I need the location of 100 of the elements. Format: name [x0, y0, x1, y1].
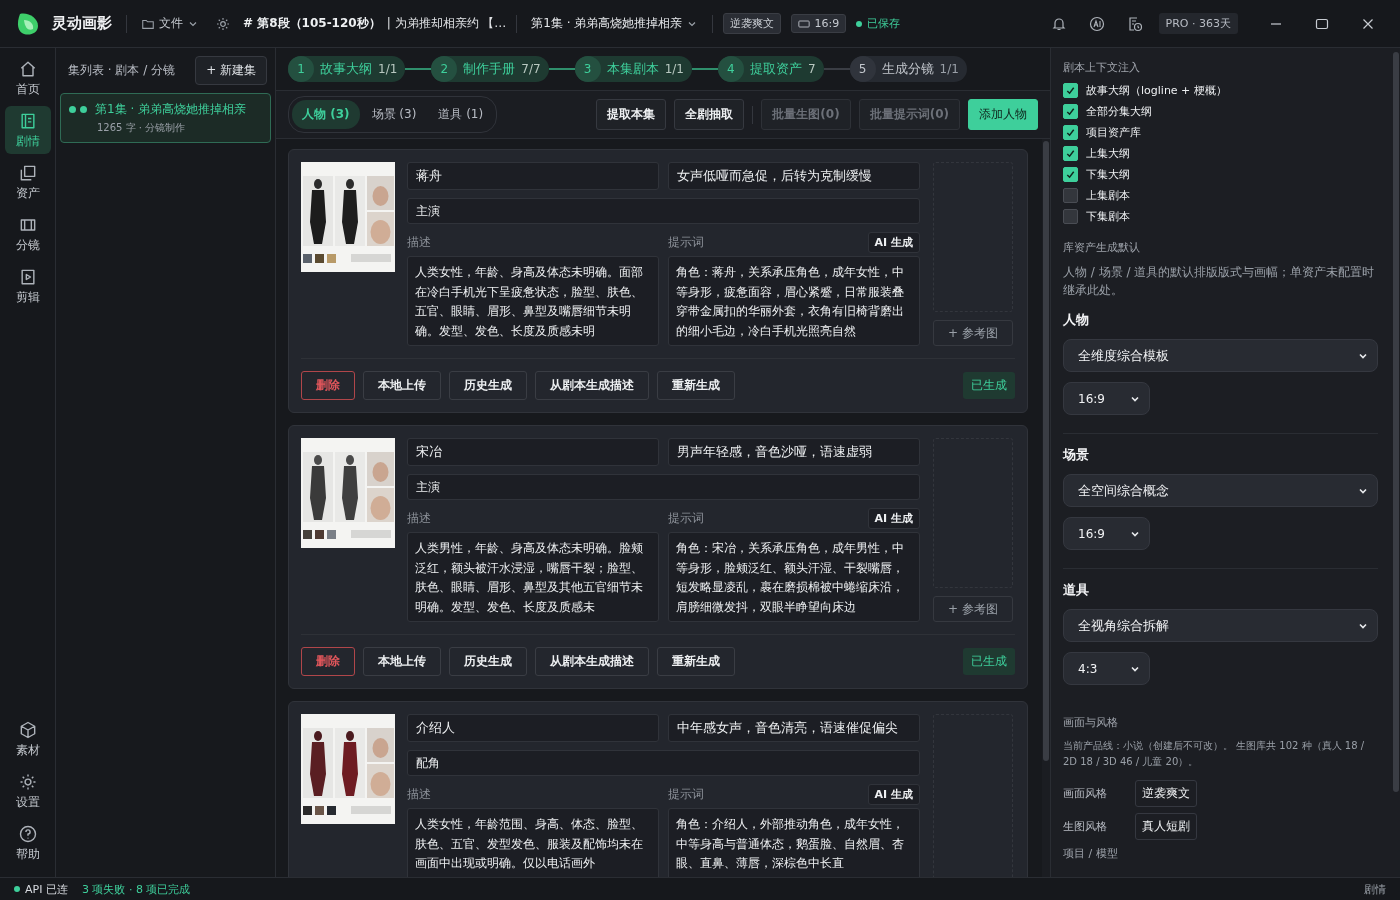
- check-icon: [1065, 106, 1076, 117]
- nav-item[interactable]: 帮助: [4, 819, 51, 867]
- checkbox[interactable]: [1063, 146, 1078, 161]
- pipeline-step[interactable]: 5 生成分镜 1/1: [849, 56, 967, 82]
- field-label: 描述: [407, 233, 431, 251]
- voice-field[interactable]: 男声年轻感，音色沙哑，语速虚弱: [668, 438, 920, 466]
- card-button[interactable]: 本地上传: [363, 371, 441, 400]
- section-note: 当前产品线：小说（创建后不可改）。 生图库共 102 种（真人 18 / 2D 18 / 3D 46 / 儿童 20）。: [1063, 739, 1366, 769]
- card-button[interactable]: 重新生成: [657, 647, 735, 676]
- description-field[interactable]: 人类女性，年龄、身高及体态未明确。面部在冷白手机光下呈疲惫状态，脸型、肤色、五官、眼睛、眉形、鼻型及嘴唇细节未明确。发型、发色、长度及质感未明: [407, 256, 659, 346]
- nav-item[interactable]: 剧情: [4, 106, 51, 154]
- card-button[interactable]: 历史生成: [449, 647, 527, 676]
- description-field[interactable]: 人类女性，年龄范围、身高、体态、脸型、肤色、五官、发型发色、服装及配饰均未在画面中出现或明确。仅以电话画外: [407, 808, 659, 877]
- card-button[interactable]: 从剧本生成描述: [535, 371, 649, 400]
- file-menu[interactable]: 文件: [137, 13, 203, 34]
- episode-item[interactable]: 第1集 · 弟弟高烧她推掉相亲 1265 字 · 分镜制作: [60, 93, 271, 143]
- ai-generate-button[interactable]: AI 生成: [867, 507, 920, 529]
- help-icon: [17, 823, 38, 844]
- ratio-select[interactable]: 16:9: [1063, 382, 1150, 415]
- template-select[interactable]: 全视角综合拆解: [1063, 609, 1378, 642]
- settings-icon[interactable]: [215, 15, 231, 32]
- card-button[interactable]: 重新生成: [657, 371, 735, 400]
- action-button[interactable]: 全剧抽取: [674, 99, 745, 130]
- field-label: 画面风格: [1063, 786, 1108, 801]
- ratio-select[interactable]: 4:3: [1063, 652, 1150, 685]
- template-select[interactable]: 全维度综合模板: [1063, 339, 1378, 372]
- checkbox-label: 上集大纲: [1086, 146, 1130, 161]
- api-status: API 已连: [14, 881, 68, 897]
- style-field[interactable]: 真人短剧: [1135, 813, 1197, 840]
- status-badge: 已生成: [963, 372, 1015, 399]
- role-field[interactable]: 配角: [407, 750, 920, 776]
- pipeline-step[interactable]: 2 制作手册 7/7: [431, 56, 549, 82]
- asset-tab[interactable]: 道具 (1): [428, 100, 494, 129]
- status-badge: 已生成: [963, 648, 1015, 675]
- pipeline-step[interactable]: 1 故事大纲 1/1: [288, 56, 406, 82]
- prompt-field[interactable]: 角色：宋冶，关系承压角色，成年男性，中等身形，脸颊泛红、额头汗湿、干裂嘴唇，短发略显凌乱，裹在磨损棉被中蜷缩床沿，肩膀细微发抖，双眼半睁望向床边: [668, 532, 920, 622]
- style-field[interactable]: 逆袭爽文: [1135, 780, 1197, 807]
- ai-generate-button[interactable]: AI 生成: [867, 783, 920, 805]
- ratio-badge[interactable]: 16:9: [791, 14, 847, 33]
- checkbox-label: 下集大纲: [1086, 167, 1130, 182]
- segment-title: # 第8段（105-120秒）: [243, 15, 381, 32]
- description-field[interactable]: 人类男性，年龄、身高及体态未明确。脸颊泛红，额头被汗水浸湿，嘴唇干裂；脸型、肤色、眼睛、眉形、鼻型及其他五官细节未明确。发型、发色、长度及质感未: [407, 532, 659, 622]
- section-title: 剧本上下文注入: [1063, 60, 1141, 75]
- field-label: 描述: [407, 785, 431, 803]
- checkbox-label: 全部分集大纲: [1086, 104, 1152, 119]
- voice-field[interactable]: 女声低哑而急促，后转为克制缓慢: [668, 162, 920, 190]
- check-icon: [1065, 127, 1076, 138]
- card-button[interactable]: 删除: [301, 371, 355, 400]
- job-status: 3 项失败 · 8 项已完成: [81, 881, 191, 897]
- section-title: 库资产生成默认: [1063, 240, 1141, 255]
- scrollbar[interactable]: [1042, 139, 1050, 877]
- check-icon: [1065, 85, 1076, 96]
- field-label: 描述: [407, 509, 431, 527]
- role-field[interactable]: 主演: [407, 474, 920, 500]
- card-button[interactable]: 本地上传: [363, 647, 441, 676]
- checkbox[interactable]: [1063, 104, 1078, 119]
- history-icon[interactable]: [1126, 15, 1143, 32]
- ai-icon[interactable]: [1088, 15, 1105, 32]
- group-label: 场景: [1063, 446, 1090, 464]
- card-button[interactable]: 历史生成: [449, 371, 527, 400]
- nav-item[interactable]: 剪辑: [4, 262, 51, 310]
- asset-tab[interactable]: 场景 (3): [361, 100, 427, 129]
- name-field[interactable]: 蒋舟: [407, 162, 659, 190]
- prompt-field[interactable]: 角色：介绍人，外部推动角色，成年女性，中等身高与普通体态，鹅蛋脸、自然眉、杏眼、直鼻、薄唇，深棕色中长直: [668, 808, 920, 877]
- role-field[interactable]: 主演: [407, 198, 920, 224]
- reference-image-button[interactable]: + 参考图: [933, 596, 1013, 622]
- pipeline-step[interactable]: 3 本集剧本 1/1: [574, 56, 692, 82]
- name-field[interactable]: 介绍人: [407, 714, 659, 742]
- episode-dropdown[interactable]: 第1集 · 弟弟高烧她推掉相亲: [527, 13, 703, 34]
- current-page: 剧情: [1364, 881, 1386, 897]
- template-select[interactable]: 全空间综合概念: [1063, 474, 1378, 507]
- checkbox[interactable]: [1063, 83, 1078, 98]
- checkbox[interactable]: [1063, 125, 1078, 140]
- new-episode-button[interactable]: + 新建集: [195, 56, 267, 85]
- card-button[interactable]: 从剧本生成描述: [535, 647, 649, 676]
- reference-image-button[interactable]: + 参考图: [933, 320, 1013, 346]
- checkbox[interactable]: [1063, 209, 1078, 224]
- checkbox[interactable]: [1063, 188, 1078, 203]
- field-label: 生图风格: [1063, 819, 1108, 834]
- prompt-field[interactable]: 角色：蒋舟，关系承压角色，成年女性，中等身形，疲惫面容，眉心紧蹙，日常服装叠穿带金属扣的华丽外套，衣角有旧椅背磨出的细小毛边，冷白手机光照亮自然: [668, 256, 920, 346]
- ai-generate-button[interactable]: AI 生成: [867, 231, 920, 253]
- nav-item[interactable]: 首页: [4, 54, 51, 102]
- segment-subtitle: | 为弟推却相亲约 【…: [386, 15, 507, 32]
- action-button[interactable]: 添加人物: [968, 99, 1038, 130]
- nav-item[interactable]: 分镜: [4, 210, 51, 258]
- panel-title: 集列表 · 剧本 / 分镜: [68, 62, 176, 79]
- nav-item[interactable]: 资产: [4, 158, 51, 206]
- voice-field[interactable]: 中年感女声，音色清亮，语速催促偏尖: [668, 714, 920, 742]
- save-status: 已保存: [856, 16, 901, 31]
- pipeline-step[interactable]: 4 提取资产 7: [717, 56, 824, 82]
- group-label: 道具: [1063, 581, 1090, 599]
- nav-item[interactable]: 素材: [4, 715, 51, 763]
- asset-tab[interactable]: 人物 (3): [292, 100, 360, 129]
- action-button[interactable]: 提取本集: [596, 99, 667, 130]
- name-field[interactable]: 宋冶: [407, 438, 659, 466]
- checkbox[interactable]: [1063, 167, 1078, 182]
- ratio-select[interactable]: 16:9: [1063, 517, 1150, 550]
- card-button[interactable]: 删除: [301, 647, 355, 676]
- nav-item[interactable]: 设置: [4, 767, 51, 815]
- bell-icon[interactable]: [1050, 15, 1067, 32]
